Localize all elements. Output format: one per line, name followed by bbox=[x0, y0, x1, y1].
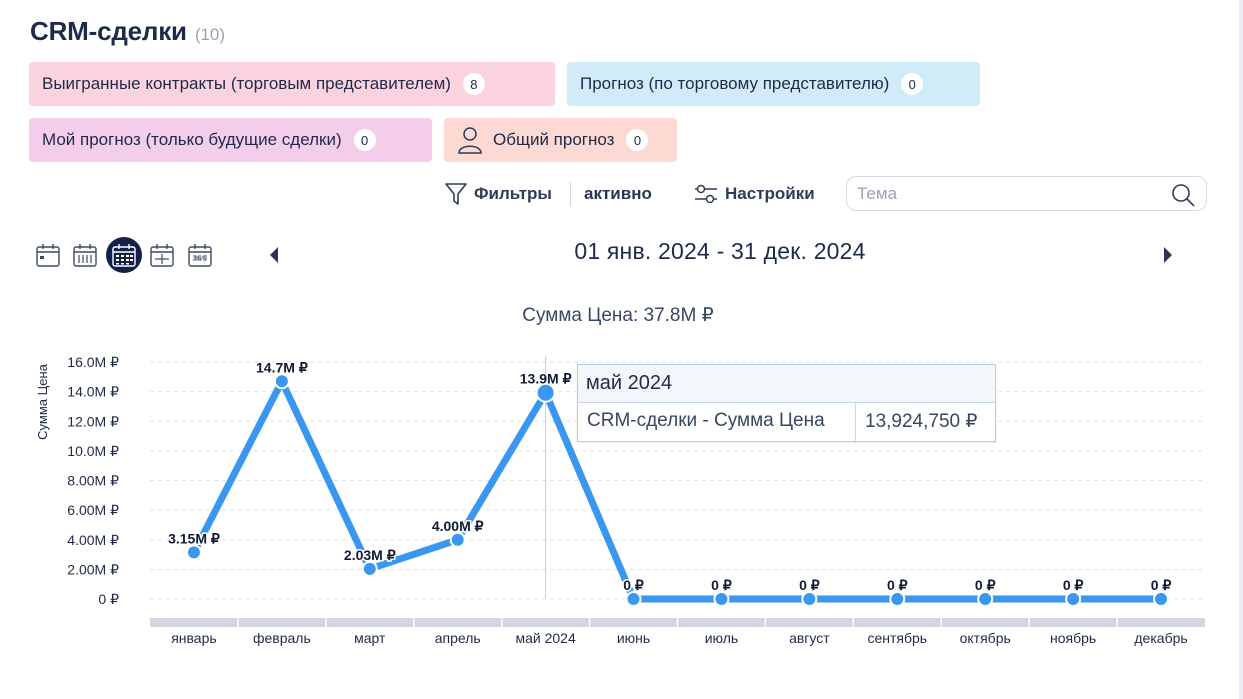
x-tick-label: февраль bbox=[253, 630, 311, 646]
y-tick-label: 14.0M ₽ bbox=[67, 384, 119, 400]
data-point bbox=[625, 591, 642, 607]
data-point bbox=[361, 560, 378, 577]
filter-chip-won-contracts[interactable]: Выигранные контракты (торговым представи… bbox=[29, 62, 555, 106]
data-point bbox=[1153, 591, 1170, 607]
filter-chip-my-forecast[interactable]: Мой прогноз (только будущие сделки) 0 bbox=[29, 118, 432, 162]
data-label: 3.15M ₽ bbox=[168, 530, 220, 546]
quarter-view-icon bbox=[150, 244, 174, 267]
quarter-view-button[interactable] bbox=[144, 237, 180, 273]
filters-label: Фильтры bbox=[474, 184, 552, 203]
chip-label: Прогноз (по торговому представителю) bbox=[580, 74, 890, 93]
y-tick-label: 2.00M ₽ bbox=[67, 561, 119, 577]
data-point bbox=[273, 373, 290, 390]
page-title-text: CRM-сделки bbox=[30, 16, 187, 46]
person-icon bbox=[458, 127, 482, 154]
x-tick-label: октябрь bbox=[960, 630, 1011, 646]
filter-icon bbox=[445, 183, 467, 205]
data-label: 0 ₽ bbox=[711, 577, 732, 593]
data-point bbox=[977, 591, 994, 607]
data-point bbox=[889, 591, 906, 607]
chip-label: Мой прогноз (только будущие сделки) bbox=[42, 130, 342, 149]
filters-button[interactable]: Фильтры bbox=[444, 178, 552, 210]
x-tick-label: ноябрь bbox=[1050, 630, 1096, 646]
settings-button[interactable]: Настройки bbox=[693, 178, 815, 210]
x-tick-label: март bbox=[354, 630, 386, 646]
y-tick-label: 4.00M ₽ bbox=[67, 532, 119, 548]
y-tick-label: 10.0M ₽ bbox=[67, 443, 119, 459]
y-tick-label: 0 ₽ bbox=[98, 591, 119, 607]
chip-count-badge: 0 bbox=[626, 129, 649, 151]
chip-count-badge: 8 bbox=[462, 73, 485, 95]
search-box[interactable] bbox=[846, 176, 1207, 211]
data-label: 13.9M ₽ bbox=[520, 371, 572, 387]
data-point bbox=[185, 544, 202, 561]
filter-chip-forecast[interactable]: Прогноз (по торговому представителю) 0 bbox=[567, 62, 980, 106]
next-period-icon[interactable] bbox=[1160, 245, 1176, 265]
tooltip-row: CRM-сделки - Сумма Цена 13,924,750 ₽ bbox=[578, 403, 995, 441]
data-label: 14.7M ₽ bbox=[256, 359, 308, 375]
y-tick-label: 8.00M ₽ bbox=[67, 473, 119, 489]
year-view-button[interactable] bbox=[182, 237, 218, 273]
y-tick-label: 6.00M ₽ bbox=[67, 502, 119, 518]
day-view-button[interactable] bbox=[30, 237, 66, 273]
period-label: 01 янв. 2024 - 31 дек. 2024 bbox=[574, 238, 866, 264]
data-point bbox=[801, 591, 818, 607]
tooltip-header: май 2024 bbox=[578, 365, 995, 403]
x-tick-label: январь bbox=[171, 630, 216, 646]
chip-count-badge: 0 bbox=[353, 129, 376, 151]
y-tick-label: 16.0M ₽ bbox=[67, 354, 119, 370]
x-tick-label: июнь bbox=[617, 630, 650, 646]
toolbar-divider bbox=[570, 182, 571, 206]
tooltip-series-label: CRM-сделки - Сумма Цена bbox=[578, 403, 856, 441]
day-view-icon bbox=[36, 244, 60, 267]
chart-area: Сумма Цена: 37.8M ₽ Сумма Цена 0 ₽ 2.00M ₽ 4… bbox=[0, 290, 1243, 690]
data-label: 0 ₽ bbox=[1151, 577, 1172, 593]
data-label: 0 ₽ bbox=[1063, 577, 1084, 593]
previous-period-icon[interactable] bbox=[266, 245, 282, 265]
data-label: 2.03M ₽ bbox=[344, 547, 396, 563]
filters-status: активно bbox=[584, 184, 652, 203]
x-tick-label: май 2024 bbox=[515, 630, 575, 646]
data-label: 0 ₽ bbox=[975, 577, 996, 593]
chart-tooltip: май 2024 CRM-сделки - Сумма Цена 13,924,… bbox=[577, 364, 996, 442]
data-label: 4.00M ₽ bbox=[432, 518, 484, 534]
page-title: CRM-сделки (10) bbox=[30, 16, 225, 47]
record-count: (10) bbox=[194, 25, 226, 44]
tooltip-value: 13,924,750 ₽ bbox=[865, 411, 978, 432]
line-chart: Сумма Цена: 37.8M ₽ Сумма Цена 0 ₽ 2.00M ₽ 4… bbox=[35, 305, 1205, 646]
data-point bbox=[713, 591, 730, 607]
data-label: 0 ₽ bbox=[799, 577, 820, 593]
search-input[interactable] bbox=[857, 183, 1157, 205]
filter-chip-total-forecast[interactable]: Общий прогноз 0 bbox=[444, 118, 677, 162]
data-label: 0 ₽ bbox=[623, 577, 644, 593]
chip-label: Общий прогноз bbox=[493, 130, 615, 149]
settings-label: Настройки bbox=[725, 184, 815, 203]
x-tick-label: июль bbox=[705, 630, 738, 646]
y-axis-label: Сумма Цена bbox=[35, 363, 50, 439]
week-view-button[interactable] bbox=[67, 237, 103, 273]
chart-title: Сумма Цена: 37.8M ₽ bbox=[522, 305, 713, 326]
search-icon[interactable] bbox=[1170, 182, 1196, 208]
month-view-icon bbox=[112, 244, 136, 267]
week-view-icon bbox=[73, 244, 97, 267]
x-tick-label: август bbox=[789, 630, 830, 646]
chip-label: Выигранные контракты (торговым представи… bbox=[42, 74, 451, 93]
data-point bbox=[1065, 591, 1082, 607]
x-tick-label: сентябрь bbox=[867, 630, 927, 646]
x-tick-label: апрель bbox=[435, 630, 481, 646]
month-view-button[interactable] bbox=[106, 237, 142, 273]
y-tick-label: 12.0M ₽ bbox=[67, 413, 119, 429]
year-view-icon bbox=[188, 244, 212, 267]
data-point bbox=[449, 531, 466, 548]
data-label: 0 ₽ bbox=[887, 577, 908, 593]
sliders-icon bbox=[695, 184, 717, 204]
chip-count-badge: 0 bbox=[901, 73, 924, 95]
x-tick-label: декабрь bbox=[1134, 630, 1187, 646]
